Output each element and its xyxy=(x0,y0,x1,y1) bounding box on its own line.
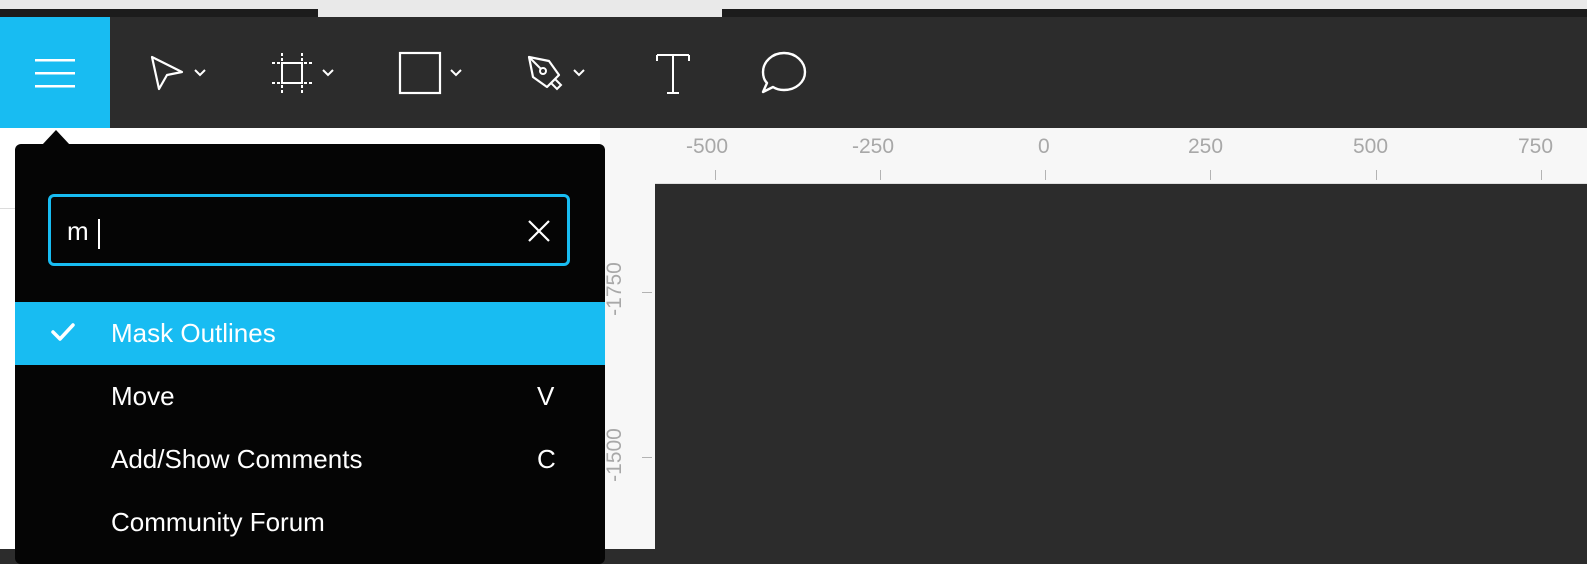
hamburger-menu-icon xyxy=(35,58,75,87)
search-input[interactable] xyxy=(67,211,497,251)
artboard-icon xyxy=(272,52,312,93)
select-tool[interactable] xyxy=(148,17,206,128)
ruler-tick xyxy=(1541,170,1542,180)
ruler-tick-label: -500 xyxy=(686,135,729,158)
ruler-tick xyxy=(1210,170,1211,180)
main-menu-button[interactable] xyxy=(0,17,110,128)
pen-icon xyxy=(527,55,563,90)
menu-item-community-forum[interactable]: Community Forum xyxy=(15,491,605,554)
artboard-tool[interactable] xyxy=(270,17,334,128)
ruler-tick-label: 500 xyxy=(1353,135,1389,158)
chevron-down-icon[interactable] xyxy=(450,68,462,77)
ruler-tick xyxy=(715,170,716,180)
menu-item-move[interactable]: Move V xyxy=(15,365,605,428)
chevron-down-icon[interactable] xyxy=(194,68,206,77)
ruler-tick xyxy=(1045,170,1046,180)
ruler-tick-label: -1500 xyxy=(602,428,626,482)
text-tool[interactable] xyxy=(655,17,691,128)
ruler-tick xyxy=(642,457,652,458)
ruler-tick xyxy=(642,292,652,293)
rectangle-icon xyxy=(398,51,442,94)
menu-item-label: Add/Show Comments xyxy=(111,444,363,474)
menu-item-label: Move xyxy=(111,381,175,411)
ruler-tick xyxy=(880,170,881,180)
ruler-tick-label: -1750 xyxy=(602,262,626,316)
menu-item-label: Mask Outlines xyxy=(111,318,276,348)
tab-strip xyxy=(0,0,1587,17)
text-cursor xyxy=(98,219,100,249)
search-box xyxy=(48,194,570,266)
pointer-arrow-icon xyxy=(150,55,184,90)
menu-item-shortcut: C xyxy=(537,444,556,474)
clear-search-button[interactable] xyxy=(525,217,553,245)
speech-bubble-icon xyxy=(761,51,807,93)
menu-item-mask-outlines[interactable]: Mask Outlines xyxy=(15,302,605,365)
checkmark-icon xyxy=(51,323,75,341)
ruler-tick xyxy=(1376,170,1377,180)
horizontal-ruler[interactable]: -500 -250 0 250 500 750 xyxy=(600,128,1587,184)
tab-segment xyxy=(722,9,1587,17)
ruler-tick-label: 750 xyxy=(1518,135,1554,158)
ruler-corner xyxy=(600,128,655,183)
comment-tool[interactable] xyxy=(760,17,808,128)
rectangle-tool[interactable] xyxy=(398,17,462,128)
close-icon xyxy=(528,220,550,242)
command-search-menu: Mask Outlines Move V Add/Show Comments C… xyxy=(15,144,605,564)
dropdown-pointer xyxy=(42,130,70,145)
menu-item-shortcut: V xyxy=(537,381,555,411)
menu-item-add-show-comments[interactable]: Add/Show Comments C xyxy=(15,428,605,491)
ruler-tick-label: -250 xyxy=(852,135,895,158)
menu-item-label: Community Forum xyxy=(111,507,325,537)
pen-tool[interactable] xyxy=(525,17,585,128)
vertical-ruler[interactable]: -1750 -1500 xyxy=(600,183,655,549)
tab-segment xyxy=(0,9,318,17)
text-icon xyxy=(656,53,690,94)
chevron-down-icon[interactable] xyxy=(573,68,585,77)
toolbar xyxy=(0,17,1587,128)
chevron-down-icon[interactable] xyxy=(322,68,334,77)
canvas-area[interactable] xyxy=(655,184,1587,549)
ruler-tick-label: 250 xyxy=(1188,135,1224,158)
ruler-tick-label: 0 xyxy=(1038,135,1050,158)
